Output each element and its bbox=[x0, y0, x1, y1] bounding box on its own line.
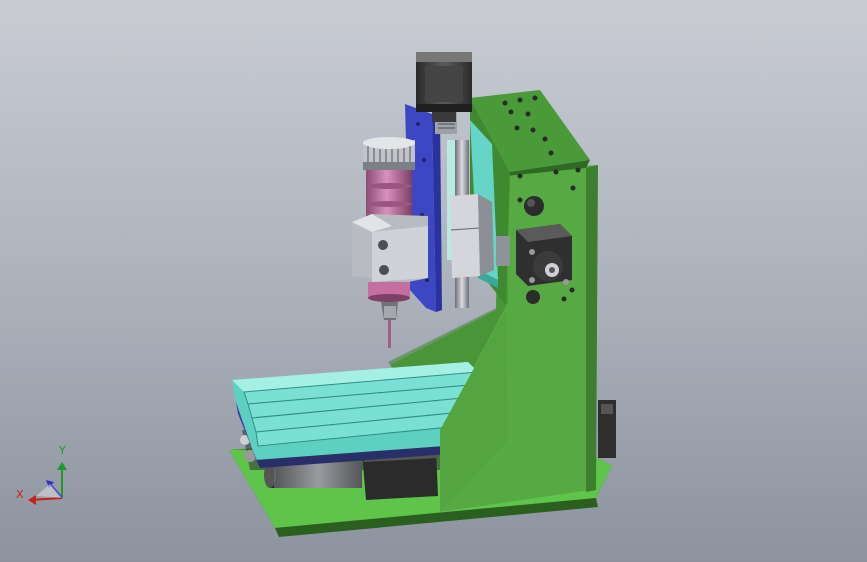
graphics-viewport[interactable]: X Y bbox=[0, 0, 867, 562]
x-axis-stepper-motor[interactable] bbox=[516, 224, 572, 286]
cnc-model-view[interactable] bbox=[0, 0, 867, 562]
y-axis-stepper-motor[interactable] bbox=[598, 400, 616, 458]
z-axis-stepper-motor[interactable] bbox=[416, 52, 472, 122]
triad-x-label: X bbox=[16, 488, 24, 501]
triad-y-label: Y bbox=[59, 444, 66, 457]
